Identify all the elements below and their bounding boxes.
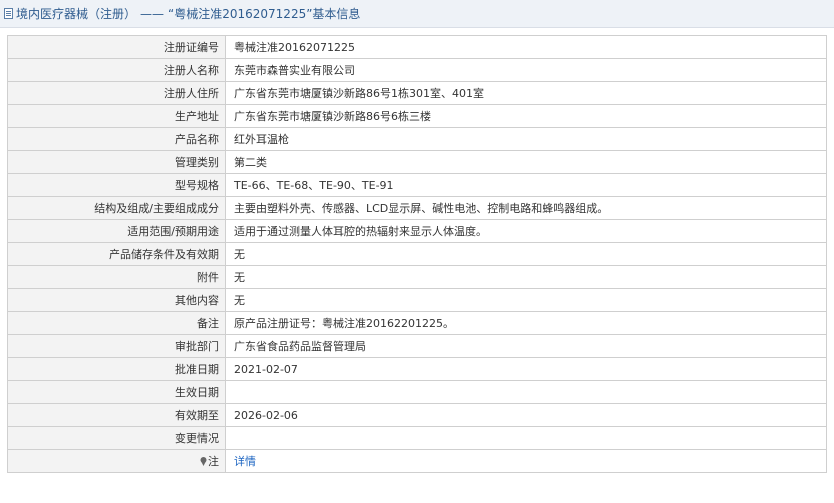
details-link[interactable]: 详情 bbox=[234, 455, 256, 468]
row-label: 结构及组成/主要组成成分 bbox=[7, 196, 226, 220]
table-row: 适用范围/预期用途 适用于通过测量人体耳腔的热辐射来显示人体温度。 bbox=[7, 219, 827, 243]
row-value: 东莞市森普实业有限公司 bbox=[225, 58, 827, 82]
table-row: 附件无 bbox=[7, 265, 827, 289]
note-label: 注 bbox=[208, 455, 219, 468]
row-label: 生产地址 bbox=[7, 104, 226, 128]
row-label: 其他内容 bbox=[7, 288, 226, 312]
table-row: 注册人名称 东莞市森普实业有限公司 bbox=[7, 58, 827, 82]
row-value: 广东省东莞市塘厦镇沙新路86号1栋301室、401室 bbox=[225, 81, 827, 105]
pin-icon bbox=[200, 457, 207, 466]
row-value: 广东省食品药品监督管理局 bbox=[225, 334, 827, 358]
row-value: 适用于通过测量人体耳腔的热辐射来显示人体温度。 bbox=[225, 219, 827, 243]
row-value: 2021-02-07 bbox=[225, 357, 827, 381]
row-label: 注册证编号 bbox=[7, 35, 226, 59]
header-record-title: “粤械注准20162071225”基本信息 bbox=[168, 7, 361, 21]
info-table: 注册证编号 粤械注准20162071225 注册人名称 东莞市森普实业有限公司 注册人住… bbox=[7, 35, 827, 473]
table-row: 注册人住所 广东省东莞市塘厦镇沙新路86号1栋301室、401室 bbox=[7, 81, 827, 105]
note-label-cell: 注 bbox=[7, 449, 226, 473]
row-value bbox=[225, 426, 827, 450]
row-label: 变更情况 bbox=[7, 426, 226, 450]
row-label: 注册人名称 bbox=[7, 58, 226, 82]
row-label: 型号规格 bbox=[7, 173, 226, 197]
row-value: TE-66、TE-68、TE-90、TE-91 bbox=[225, 173, 827, 197]
row-value: 红外耳温枪 bbox=[225, 127, 827, 151]
row-value: 无 bbox=[225, 242, 827, 266]
table-row: 变更情况 bbox=[7, 426, 827, 450]
table-row: 型号规格 TE-66、TE-68、TE-90、TE-91 bbox=[7, 173, 827, 197]
row-value: 无 bbox=[225, 288, 827, 312]
table-row: 有效期至 2026-02-06 bbox=[7, 403, 827, 427]
row-value: 广东省东莞市塘厦镇沙新路86号6栋三楼 bbox=[225, 104, 827, 128]
table-row: 产品储存条件及有效期无 bbox=[7, 242, 827, 266]
row-label: 适用范围/预期用途 bbox=[7, 219, 226, 243]
row-value: 主要由塑料外壳、传感器、LCD显示屏、碱性电池、控制电路和蜂鸣器组成。 bbox=[225, 196, 827, 220]
row-label: 批准日期 bbox=[7, 357, 226, 381]
table-row: 审批部门 广东省食品药品监督管理局 bbox=[7, 334, 827, 358]
note-value-cell: 详情 bbox=[225, 449, 827, 473]
row-label: 生效日期 bbox=[7, 380, 226, 404]
row-label: 备注 bbox=[7, 311, 226, 335]
row-label: 注册人住所 bbox=[7, 81, 226, 105]
row-label: 产品名称 bbox=[7, 127, 226, 151]
table-row: 生产地址 广东省东莞市塘厦镇沙新路86号6栋三楼 bbox=[7, 104, 827, 128]
table-row: 生效日期 bbox=[7, 380, 827, 404]
row-label: 产品储存条件及有效期 bbox=[7, 242, 226, 266]
row-value: 第二类 bbox=[225, 150, 827, 174]
table-row: 批准日期 2021-02-07 bbox=[7, 357, 827, 381]
table-row: 注册证编号 粤械注准20162071225 bbox=[7, 35, 827, 59]
table-row: 产品名称 红外耳温枪 bbox=[7, 127, 827, 151]
table-row: 备注 原产品注册证号：粤械注准20162201225。 bbox=[7, 311, 827, 335]
row-value: 无 bbox=[225, 265, 827, 289]
table-row: 其他内容无 bbox=[7, 288, 827, 312]
row-label: 管理类别 bbox=[7, 150, 226, 174]
document-icon bbox=[4, 8, 13, 19]
row-value: 粤械注准20162071225 bbox=[225, 35, 827, 59]
row-value: 2026-02-06 bbox=[225, 403, 827, 427]
table-row-note: 注 详情 bbox=[7, 449, 827, 473]
row-value bbox=[225, 380, 827, 404]
header-separator: —— bbox=[140, 6, 165, 21]
page-header: 境内医疗器械（注册） —— “粤械注准20162071225”基本信息 bbox=[0, 0, 834, 28]
row-value: 原产品注册证号：粤械注准20162201225。 bbox=[225, 311, 827, 335]
header-category: 境内医疗器械（注册） bbox=[16, 7, 137, 21]
table-row: 结构及组成/主要组成成分 主要由塑料外壳、传感器、LCD显示屏、碱性电池、控制电路… bbox=[7, 196, 827, 220]
row-label: 审批部门 bbox=[7, 334, 226, 358]
row-label: 附件 bbox=[7, 265, 226, 289]
row-label: 有效期至 bbox=[7, 403, 226, 427]
table-row: 管理类别 第二类 bbox=[7, 150, 827, 174]
